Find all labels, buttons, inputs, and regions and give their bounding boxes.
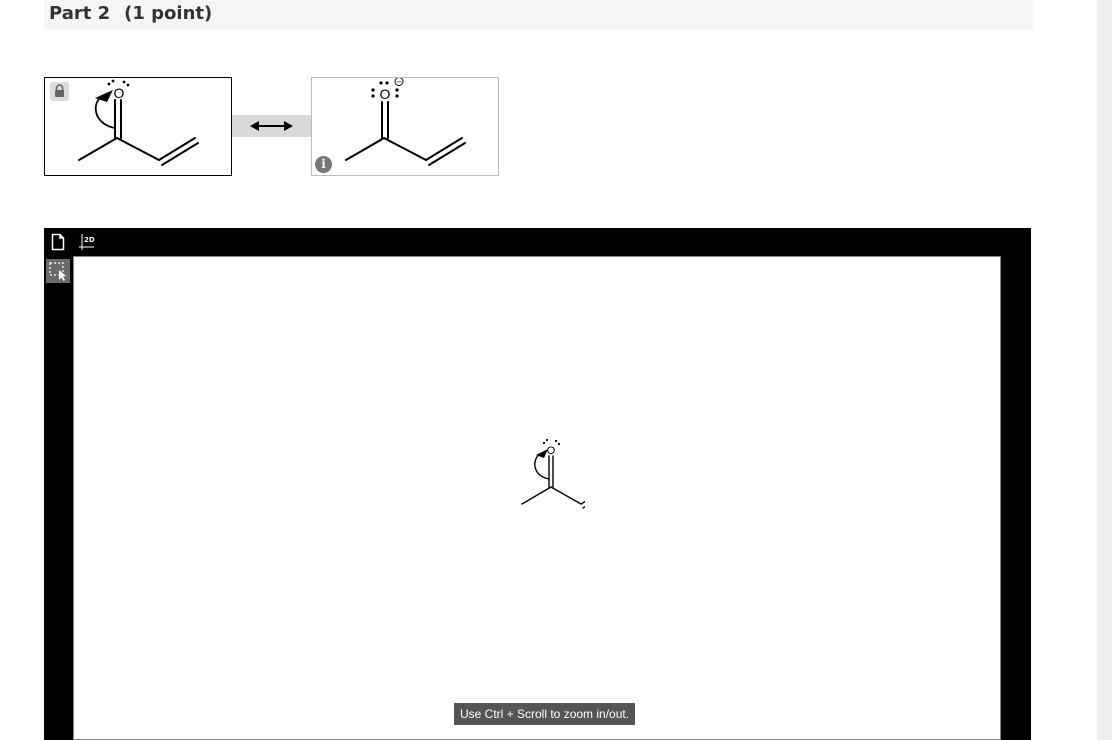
- molecule-left: O: [78, 79, 199, 166]
- curved-arrow: [94, 90, 116, 129]
- canvas-oxygen-label: O: [547, 445, 556, 457]
- info-icon[interactable]: i: [315, 156, 332, 173]
- structure-editor: 2D O Use Ctrl + Scroll to zoom in/out.: [44, 228, 1031, 740]
- marquee-select-icon[interactable]: [46, 259, 70, 283]
- page: Part 2 (1 point) O O − i 2D O Use Ctrl +…: [0, 0, 1112, 740]
- resonance-structure-right[interactable]: O − i: [311, 77, 499, 176]
- charge-label: −: [396, 78, 403, 87]
- resonance-arrow: [232, 115, 311, 137]
- molecule-right: O −: [345, 78, 466, 166]
- part-header: Part 2 (1 point): [44, 0, 1033, 30]
- double-headed-arrow-icon: [250, 121, 293, 131]
- zoom-hint-tooltip: Use Ctrl + Scroll to zoom in/out.: [454, 703, 636, 725]
- editor-top-toolbar: 2D: [44, 228, 1031, 256]
- oxygen-atom-label: O: [114, 85, 125, 101]
- editor-left-toolbar: [44, 256, 73, 740]
- clean-2d-label: 2D: [84, 236, 95, 244]
- oxygen-atom-label: O: [380, 86, 391, 102]
- part-title: Part 2 (1 point): [49, 3, 212, 24]
- page-scrollbar[interactable]: [1097, 0, 1112, 740]
- drawing-canvas[interactable]: O Use Ctrl + Scroll to zoom in/out.: [73, 256, 1001, 740]
- resonance-structure-left[interactable]: O: [44, 77, 232, 176]
- part-title-text: Part 2: [49, 3, 111, 24]
- canvas-molecule[interactable]: O: [485, 431, 585, 511]
- clean-2d-icon[interactable]: 2D: [78, 233, 98, 251]
- new-document-icon[interactable]: [51, 233, 65, 251]
- part-points: (1 point): [124, 3, 213, 24]
